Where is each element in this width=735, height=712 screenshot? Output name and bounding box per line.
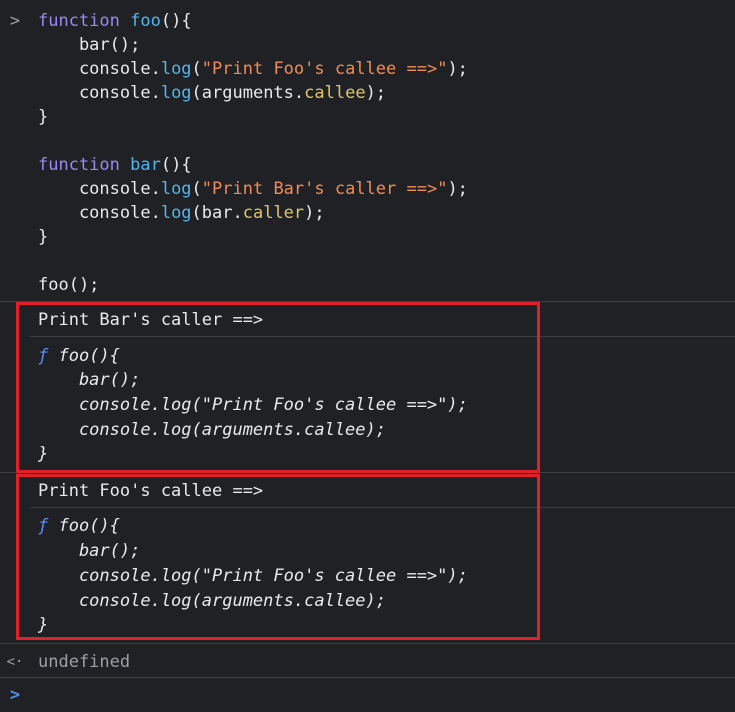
code-text: );: [447, 179, 468, 199]
code-text: );: [447, 59, 468, 79]
return-value: undefined: [38, 652, 131, 672]
method-name: log: [160, 203, 192, 223]
code-line-10: }: [38, 227, 49, 247]
code-line-4: console.log(arguments.callee);: [38, 81, 386, 105]
punctuation: (){: [160, 155, 192, 175]
code-text: (bar.: [191, 203, 243, 223]
devtools-console: > function foo(){ bar(); console.log("Pr…: [0, 0, 735, 712]
code-text: console.: [38, 203, 161, 223]
code-text: (: [191, 179, 202, 199]
property-name: callee: [304, 83, 366, 103]
code-line-12: foo();: [38, 275, 100, 295]
function-name: bar: [130, 155, 161, 175]
code-text: console.: [38, 59, 161, 79]
code-line-2: bar();: [38, 35, 141, 55]
string-literal: "Print Bar's caller ==>": [201, 179, 448, 199]
method-name: log: [160, 83, 192, 103]
code-text: );: [304, 203, 325, 223]
console-divider: [0, 643, 735, 644]
code-line-7: function bar(){: [38, 153, 192, 177]
code-text: console.: [38, 179, 161, 199]
keyword: function: [38, 11, 120, 31]
console-divider: [0, 677, 735, 678]
code-text: (: [191, 59, 202, 79]
code-text: console.: [38, 83, 161, 103]
code-line-8: console.log("Print Bar's caller ==>");: [38, 177, 468, 201]
method-name: log: [160, 179, 192, 199]
code-text: (arguments.: [191, 83, 305, 103]
highlight-box-2: [16, 474, 540, 640]
code-line-5: }: [38, 107, 49, 127]
function-name: foo: [130, 11, 161, 31]
return-arrow-icon: <·: [6, 654, 24, 670]
keyword: function: [38, 155, 120, 175]
prompt-caret-icon: >: [9, 685, 21, 705]
code-text: );: [365, 83, 387, 103]
console-prompt-input[interactable]: [38, 683, 728, 707]
input-caret-icon: >: [9, 11, 21, 31]
code-line-9: console.log(bar.caller);: [38, 201, 325, 225]
code-line-1: function foo(){: [38, 9, 192, 33]
string-literal: "Print Foo's callee ==>": [201, 59, 448, 79]
code-line-3: console.log("Print Foo's callee ==>");: [38, 57, 468, 81]
property-name: caller: [242, 203, 305, 223]
method-name: log: [160, 59, 192, 79]
highlight-box-1: [16, 302, 540, 473]
punctuation: (){: [160, 11, 192, 31]
